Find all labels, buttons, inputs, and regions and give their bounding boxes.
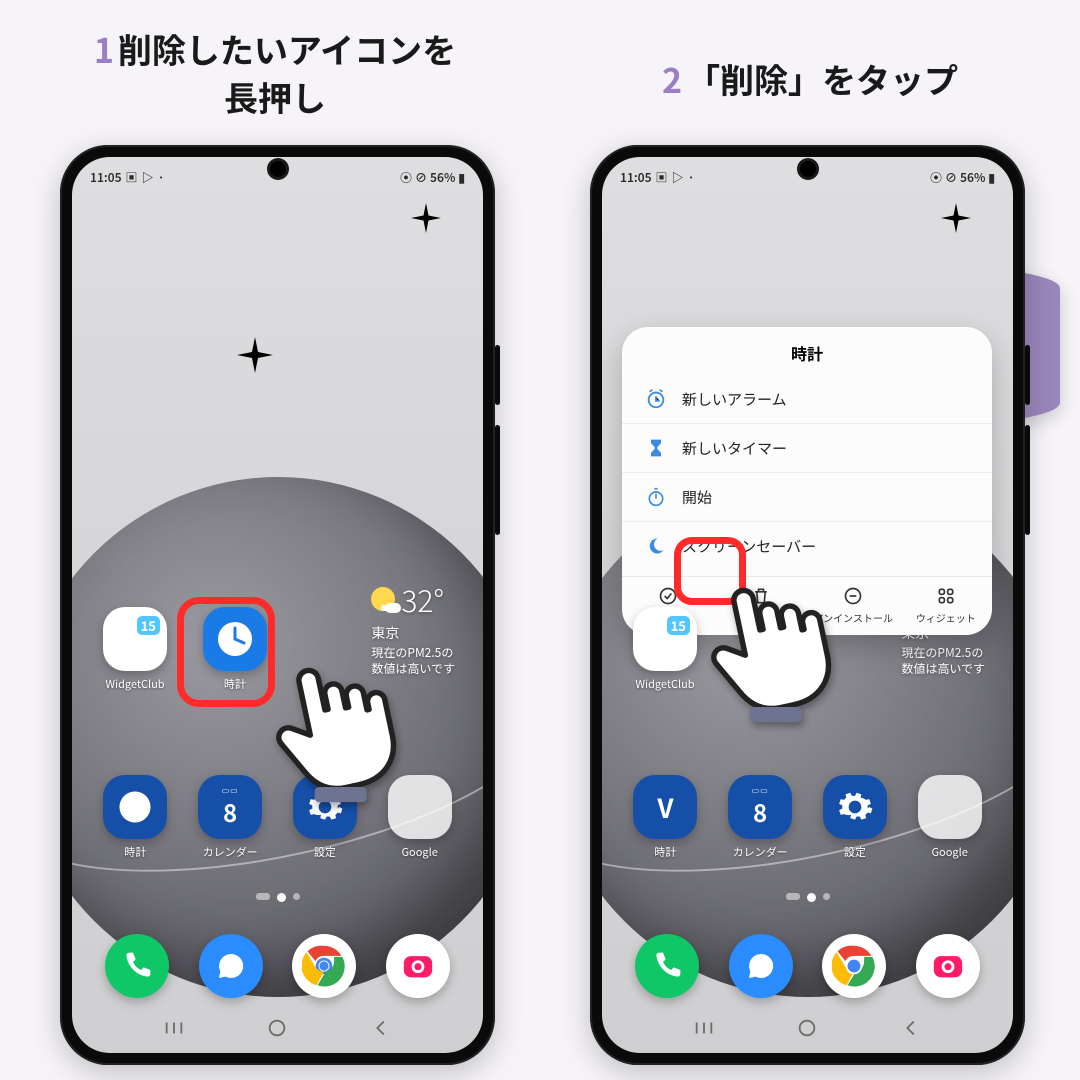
calendar-icon: ▭▭8 (198, 775, 262, 839)
clock-icon: V (103, 775, 167, 839)
page-indicator[interactable] (72, 893, 483, 902)
nav-bar (602, 1017, 1013, 1039)
calendar-icon: ▭▭8 (728, 775, 792, 839)
dock (620, 925, 995, 1007)
hourglass-icon (644, 436, 668, 460)
status-bar: 11:05 ▣ ▷ · ⦿ ⊘ 56% ▮ (90, 167, 465, 187)
nav-back[interactable] (900, 1017, 922, 1039)
status-bar: 11:05▣▷· ⦿⊘56%▮ (620, 167, 995, 187)
svg-text:V: V (128, 791, 142, 820)
grid-icon (935, 585, 957, 607)
popup-title: 時計 (622, 341, 992, 375)
widgetclub-icon: 15 (633, 607, 697, 671)
phone-frame-2: 11:05▣▷· ⦿⊘56%▮ 32° 東京 現在のPM2.5の数値は高いです … (590, 145, 1025, 1065)
sparkle-icon (941, 203, 971, 233)
app-clock-2[interactable]: V 時計 (94, 775, 176, 860)
pointer-hand-icon (702, 577, 832, 734)
dock-chrome[interactable] (292, 934, 356, 998)
app-google-folder[interactable]: Google (909, 775, 991, 860)
widgetclub-icon: 15 (103, 607, 167, 671)
highlight-target (177, 597, 275, 707)
nav-recents[interactable] (693, 1017, 715, 1039)
moon-icon (644, 534, 668, 558)
pointer-hand-icon (267, 657, 397, 814)
alarm-icon (644, 387, 668, 411)
wifi-icon: ⦿ (400, 169, 412, 186)
gear-icon (823, 775, 887, 839)
step-1-number: 1 (94, 24, 114, 73)
phone-frame-1: 11:05 ▣ ▷ · ⦿ ⊘ 56% ▮ 32° 東京 現在のPM2.5の数値… (60, 145, 495, 1065)
app-calendar[interactable]: ▭▭8 カレンダー (189, 775, 271, 860)
status-image-icon: ▣ (126, 169, 138, 186)
folder-icon (918, 775, 982, 839)
dock-phone[interactable] (105, 934, 169, 998)
sparkle-icon (237, 337, 273, 373)
step-1-title: 1削除したいアイコンを 長押し (35, 25, 515, 120)
nav-back[interactable] (370, 1017, 392, 1039)
app-row-2: V時計 ▭▭8カレンダー 設定 Google (602, 775, 1013, 860)
popup-item-new-timer[interactable]: 新しいタイマー (622, 423, 992, 472)
app-widgetclub[interactable]: 15 WidgetClub (94, 607, 176, 692)
dock-phone[interactable] (635, 934, 699, 998)
dock-messages[interactable] (729, 934, 793, 998)
phone-2-homescreen[interactable]: 11:05▣▷· ⦿⊘56%▮ 32° 東京 現在のPM2.5の数値は高いです … (602, 157, 1013, 1053)
clock-icon: V (633, 775, 697, 839)
phone-1-homescreen[interactable]: 11:05 ▣ ▷ · ⦿ ⊘ 56% ▮ 32° 東京 現在のPM2.5の数値… (72, 157, 483, 1053)
dock (90, 925, 465, 1007)
dock-camera[interactable] (386, 934, 450, 998)
dock-messages[interactable] (199, 934, 263, 998)
battery-percent: 56% (430, 169, 455, 186)
sparkle-icon (411, 203, 441, 233)
app-clock-2[interactable]: V時計 (624, 775, 706, 860)
dock-camera[interactable] (916, 934, 980, 998)
folder-icon (388, 775, 452, 839)
dock-chrome[interactable] (822, 934, 886, 998)
status-play-icon: ▷ (142, 169, 154, 186)
app-widgetclub[interactable]: 15 WidgetClub (624, 607, 706, 692)
minus-circle-icon (842, 585, 864, 607)
popup-item-start[interactable]: 開始 (622, 472, 992, 521)
popup-item-new-alarm[interactable]: 新しいアラーム (622, 375, 992, 423)
nav-recents[interactable] (163, 1017, 185, 1039)
battery-icon: ▮ (458, 169, 465, 186)
nav-bar (72, 1017, 483, 1039)
status-time: 11:05 (90, 169, 122, 186)
stopwatch-icon (644, 485, 668, 509)
page-indicator[interactable] (602, 893, 1013, 902)
app-calendar[interactable]: ▭▭8カレンダー (719, 775, 801, 860)
nav-home[interactable] (796, 1017, 818, 1039)
nav-home[interactable] (266, 1017, 288, 1039)
step-2-title: 2「削除」をタップ (570, 55, 1050, 103)
app-settings[interactable]: 設定 (814, 775, 896, 860)
no-signal-icon: ⊘ (415, 169, 427, 186)
step-2-number: 2 (662, 54, 682, 103)
